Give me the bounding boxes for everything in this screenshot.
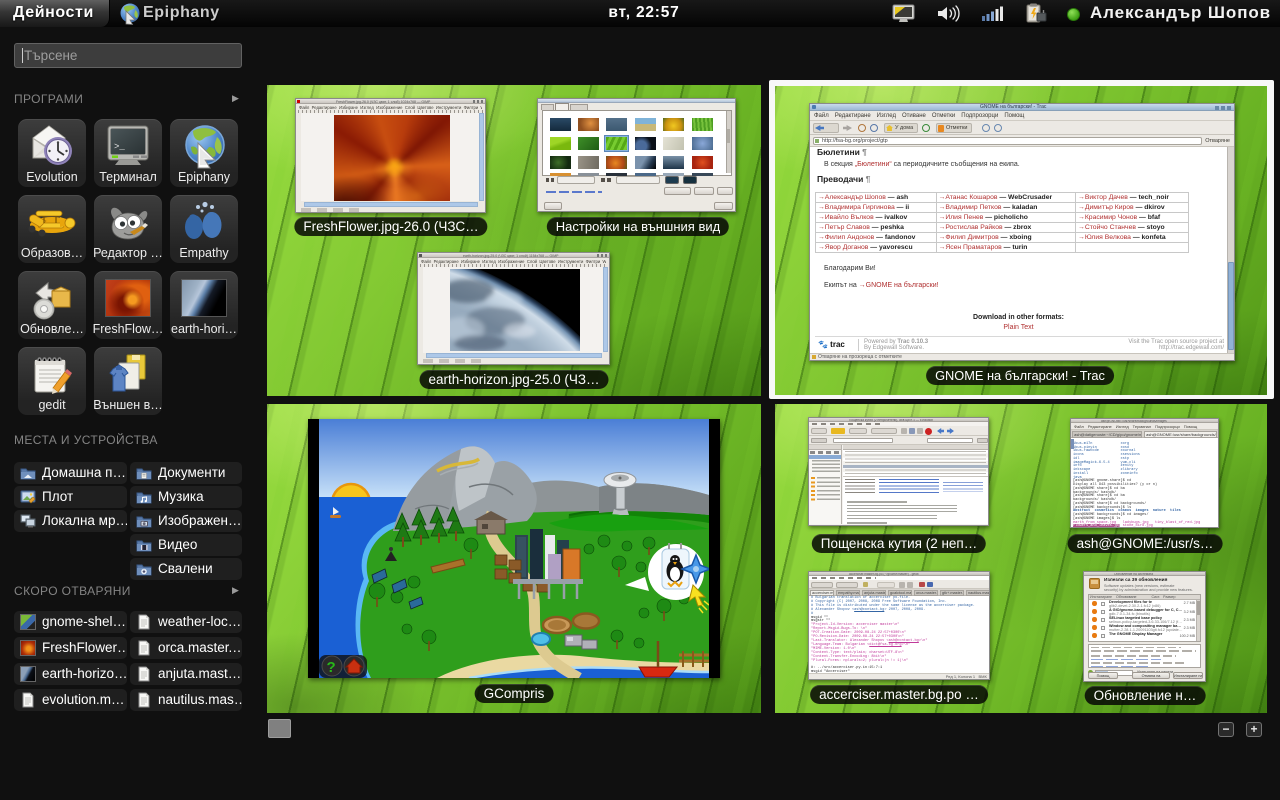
svg-text:>_: >_ bbox=[114, 142, 125, 152]
svg-text:?: ? bbox=[327, 659, 336, 676]
